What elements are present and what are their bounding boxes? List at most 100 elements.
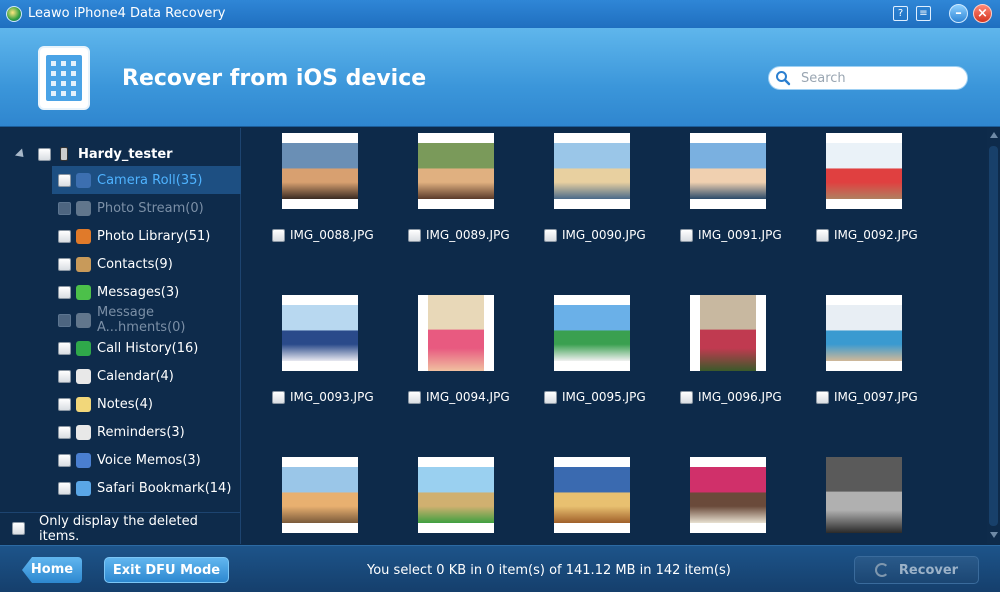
sidebar-item[interactable]: Photo Stream(0) [52,194,241,222]
photo-checkbox[interactable] [680,390,693,404]
vertical-scrollbar[interactable] [987,128,1000,544]
photo-checkbox[interactable] [272,390,285,404]
photo-select[interactable]: IMG_0092.JPG [816,228,918,242]
photo-item[interactable]: IMG_0091.JPG [650,128,782,268]
photo-thumbnail[interactable] [690,457,766,533]
recover-label: Recover [898,562,959,578]
photo-thumbnail[interactable] [418,457,494,533]
photo-image [826,143,902,199]
sidebar-item-checkbox[interactable] [58,229,71,243]
photo-item[interactable]: IMG_0095.JPG [514,290,646,430]
photo-checkbox[interactable] [272,228,285,242]
sidebar-item[interactable]: Photo Library(51) [52,222,241,250]
photo-item[interactable] [242,452,362,544]
sidebar-item-checkbox[interactable] [58,285,71,299]
photo-item[interactable] [514,452,634,544]
photo-checkbox[interactable] [544,390,557,404]
sidebar-item[interactable]: Contacts(9) [52,250,241,278]
sidebar-item-checkbox[interactable] [58,341,71,355]
sidebar-item-checkbox[interactable] [58,257,71,271]
search-box[interactable] [768,66,968,90]
sidebar-item-checkbox[interactable] [58,173,71,187]
photo-checkbox[interactable] [408,228,421,242]
photo-thumbnail[interactable] [826,295,902,371]
scroll-up-icon[interactable] [990,132,998,138]
device-tree-root[interactable]: Hardy_tester [14,144,173,164]
photo-item[interactable] [378,452,498,544]
photo-item[interactable]: IMG_0094.JPG [378,290,510,430]
sidebar-item-label: Message A...hments(0) [97,305,186,335]
photo-item[interactable]: IMG_0093.JPG [242,290,374,430]
sidebar-item-checkbox[interactable] [58,425,71,439]
sidebar-item-checkbox[interactable] [58,481,71,495]
safari-bookmark-icon [76,480,91,496]
collapse-arrow-icon[interactable] [14,147,28,161]
photo-item[interactable] [786,452,906,544]
device-checkbox[interactable] [38,147,51,161]
photo-checkbox[interactable] [544,228,557,242]
sidebar-item[interactable]: Message A...hments(0) [52,305,241,335]
sidebar-item[interactable]: Notes(4) [52,390,241,418]
photo-image [690,143,766,199]
photo-item[interactable]: IMG_0096.JPG [650,290,782,430]
scroll-down-icon[interactable] [990,532,998,538]
photo-thumbnail[interactable] [554,457,630,533]
only-deleted-checkbox[interactable] [12,522,25,535]
photo-checkbox[interactable] [680,228,693,242]
photo-select[interactable]: IMG_0089.JPG [408,228,510,242]
photo-thumbnail[interactable] [690,133,766,209]
photo-select[interactable]: IMG_0097.JPG [816,390,918,404]
close-button[interactable]: × [973,4,992,23]
photo-select[interactable]: IMG_0090.JPG [544,228,646,242]
title-bar: Leawo iPhone4 Data Recovery ? ≡ – × [0,0,1000,28]
sidebar-item-checkbox[interactable] [58,313,71,327]
photo-select[interactable]: IMG_0088.JPG [272,228,374,242]
recover-button[interactable]: Recover [854,556,979,584]
photo-thumbnail[interactable] [826,133,902,209]
photo-item[interactable] [650,452,770,544]
sidebar-item[interactable]: Reminders(3) [52,418,241,446]
sidebar-item[interactable]: Safari Bookmark(14) [52,474,241,502]
scroll-thumb[interactable] [989,146,998,526]
photo-image [428,295,484,371]
photo-select[interactable]: IMG_0093.JPG [272,390,374,404]
sidebar-item-checkbox[interactable] [58,453,71,467]
photo-checkbox[interactable] [816,390,829,404]
photo-item[interactable]: IMG_0089.JPG [378,128,510,268]
home-button[interactable]: Home [22,557,82,583]
photo-thumbnail[interactable] [418,133,494,209]
sidebar-item-checkbox[interactable] [58,201,71,215]
photo-select[interactable]: IMG_0091.JPG [680,228,782,242]
photo-item[interactable]: IMG_0088.JPG [242,128,374,268]
photo-thumbnail[interactable] [282,457,358,533]
photo-select[interactable]: IMG_0094.JPG [408,390,510,404]
sidebar-item[interactable]: Camera Roll(35) [52,166,241,194]
photo-select[interactable]: IMG_0096.JPG [680,390,782,404]
window-title: Leawo iPhone4 Data Recovery [28,6,226,21]
help-button[interactable]: ? [893,6,908,21]
photo-checkbox[interactable] [816,228,829,242]
sidebar-item[interactable]: Call History(16) [52,334,241,362]
photo-item[interactable]: IMG_0090.JPG [514,128,646,268]
photo-thumbnail[interactable] [282,295,358,371]
photo-thumbnail[interactable] [418,295,494,371]
photo-thumbnail[interactable] [282,133,358,209]
photo-item[interactable]: IMG_0092.JPG [786,128,918,268]
sidebar-item-checkbox[interactable] [58,397,71,411]
sidebar-item[interactable]: Messages(3) [52,278,241,306]
photo-item[interactable]: IMG_0097.JPG [786,290,918,430]
sidebar-item[interactable]: Voice Memos(3) [52,446,241,474]
photo-thumbnail[interactable] [554,295,630,371]
sidebar-item-checkbox[interactable] [58,369,71,383]
exit-dfu-mode-button[interactable]: Exit DFU Mode [104,557,229,583]
search-input[interactable] [801,70,961,86]
photo-thumbnail[interactable] [554,133,630,209]
only-deleted-toggle[interactable]: Only display the deleted items. [0,512,241,544]
photo-thumbnail[interactable] [690,295,766,371]
menu-button[interactable]: ≡ [916,6,931,21]
photo-checkbox[interactable] [408,390,421,404]
photo-thumbnail[interactable] [826,457,902,533]
minimize-button[interactable]: – [949,4,968,23]
photo-select[interactable]: IMG_0095.JPG [544,390,646,404]
sidebar-item[interactable]: Calendar(4) [52,362,241,390]
